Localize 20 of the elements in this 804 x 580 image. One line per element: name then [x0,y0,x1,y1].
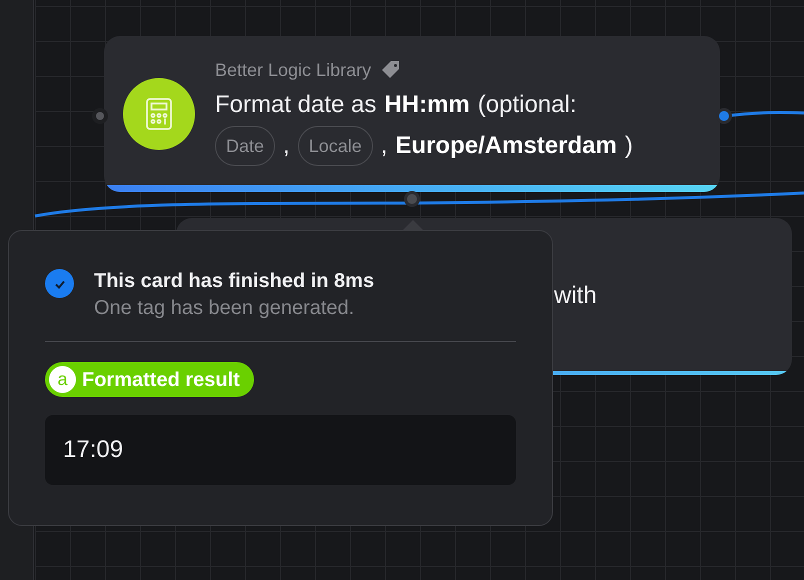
status-subtext: One tag has been generated. [94,296,356,321]
status-heading: This card has finished in 8ms [94,269,374,294]
title-text: (optional: [478,90,576,120]
tag-label: Formatted result [82,368,240,392]
app-name: Better Logic Library [215,58,372,82]
title-text: , [283,130,290,160]
output-port[interactable] [716,108,732,124]
title-value: HH:mm [384,90,470,120]
title-text: ) [624,130,633,160]
input-port[interactable] [92,108,108,124]
argument-chip[interactable]: Date [215,126,276,166]
title-text: Format date as [215,90,376,120]
card-text: with [554,281,597,311]
output-port[interactable] [404,191,420,207]
type-letter-icon: a [49,366,76,393]
argument-chip[interactable]: Locale [298,126,373,166]
result-value-field[interactable]: 17:09 [45,415,516,485]
title-text: , [380,130,388,160]
title-value: Europe/Amsterdam [395,130,617,160]
flow-card[interactable]: Better Logic Library Format date as HH:mm (optional: Date , Locale , Europe/Amsterdam ) [104,36,720,192]
